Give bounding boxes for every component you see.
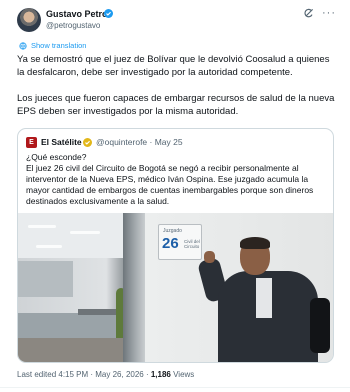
quoted-tweet-card[interactable]: E El Satélite @oquinterofe · May 25 ¿Qué… [17,128,334,363]
show-translation-label: Show translation [31,41,87,50]
sign-heading: Juzgado [163,228,182,234]
image-ceiling [18,213,128,258]
image-lamp [70,231,100,234]
verified-badge-icon [104,9,113,18]
grok-icon[interactable] [303,8,314,19]
image-window [18,261,73,297]
person-hand [204,251,215,263]
verified-badge-icon [83,138,92,147]
author-name[interactable]: Gustavo Petro [46,9,108,20]
image-floor [18,338,128,362]
image-pillar [123,213,145,362]
tweet-paragraph: Ya se demostró que el juez de Bolívar qu… [17,54,330,78]
show-translation-link[interactable]: Show translation [19,41,86,50]
sign-number: 26 [162,235,179,252]
quoted-tweet-image[interactable]: Juzgado 26 Civil del Circuito [18,213,333,362]
tweet-metadata: Last edited 4:15 PM · May 26, 2026 · 1,1… [17,370,194,380]
author-avatar[interactable] [17,8,41,32]
sign-subtitle: Civil del Circuito [184,239,200,249]
person-hair [240,237,270,249]
quoted-tweet-text: ¿Qué esconde? El juez 26 civil del Circu… [26,152,326,207]
image-lamp [28,225,56,228]
courtroom-sign: Juzgado 26 Civil del Circuito [158,224,202,260]
author-handle[interactable]: @petrogustavo [46,21,100,31]
quoted-line: ¿Qué esconde? [26,152,87,162]
view-count: 1,186 [150,370,171,379]
image-lamp [36,245,62,248]
quoted-author-avatar: E [26,137,37,148]
tweet-paragraph: Los jueces que fueron capaces de embarga… [17,93,335,117]
more-options-button[interactable]: ··· [322,7,336,19]
views-label: Views [170,370,195,379]
tweet-text: Ya se demostró que el juez de Bolívar qu… [17,53,335,118]
quoted-handle-date: @oquinterofe · May 25 [96,137,183,147]
person-shirt [256,278,272,318]
globe-icon [19,41,27,50]
divider [0,387,350,388]
edited-timestamp[interactable]: Last edited 4:15 PM · May 26, 2026 · [17,370,151,379]
person-backpack [310,298,330,353]
quoted-author-name: El Satélite [41,137,82,147]
image-desk [18,313,123,338]
quoted-line: El juez 26 civil del Circuito de Bogotá … [26,163,314,206]
